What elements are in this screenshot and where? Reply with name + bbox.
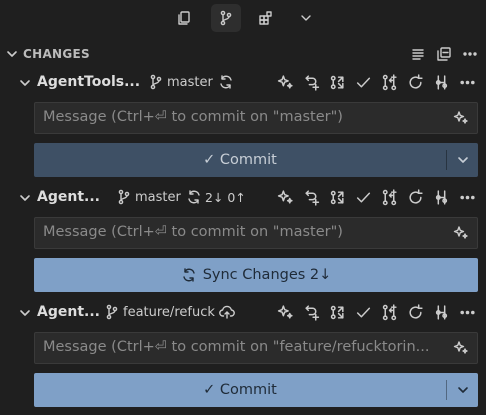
commit-message-placeholder: Message (Ctrl+⏎ to commit on "master") (43, 109, 343, 125)
extensions-icon[interactable] (251, 4, 281, 32)
chevron-down-icon[interactable] (18, 76, 32, 90)
undo-add-icon[interactable] (303, 304, 320, 321)
check-icon[interactable] (355, 304, 372, 321)
sync-counts: 2↓ 0↑ (205, 189, 246, 205)
refresh-icon[interactable] (407, 304, 424, 321)
copy-icon[interactable] (169, 4, 199, 32)
branch-icon (118, 189, 130, 205)
sparkle-icon[interactable] (453, 110, 469, 126)
pull-request-icon[interactable] (381, 189, 398, 206)
branch-indicator[interactable]: master (148, 74, 213, 90)
sync-changes-button[interactable]: Sync Changes 2↓ (34, 258, 478, 292)
chevron-down-icon[interactable] (18, 306, 32, 320)
branch-icon (150, 74, 162, 90)
stash-icon[interactable] (329, 189, 346, 206)
commit-message-input[interactable]: Message (Ctrl+⏎ to commit on "master") (34, 217, 478, 249)
pull-request-icon[interactable] (381, 304, 398, 321)
commit-message-placeholder: Message (Ctrl+⏎ to commit on "master") (43, 224, 343, 240)
view-switcher (0, 0, 486, 36)
graph-icon[interactable] (433, 74, 450, 91)
sync-status[interactable]: 2↓ 0↑ (186, 189, 246, 205)
repository-row[interactable]: AgentTools... master (0, 70, 486, 96)
repository-name: AgentTools... (37, 74, 141, 90)
sparkle-icon[interactable] (453, 340, 469, 356)
repository-row[interactable]: Agent... master 2↓ 0↑ (0, 185, 486, 211)
check-icon[interactable] (355, 189, 372, 206)
pull-request-icon[interactable] (381, 74, 398, 91)
sync-icon (188, 190, 200, 204)
branch-name: feature/refuck (123, 304, 215, 320)
sparkle-icon[interactable] (277, 304, 294, 321)
publish-branch-icon[interactable] (219, 304, 235, 320)
sync-icon[interactable] (218, 74, 234, 90)
sparkle-icon[interactable] (277, 74, 294, 91)
commit-button[interactable]: ✓ Commit (34, 373, 446, 407)
more-icon[interactable] (459, 304, 476, 321)
repository-name: Agent... (37, 304, 100, 320)
commit-message-input[interactable]: Message (Ctrl+⏎ to commit on "master") (34, 102, 478, 134)
sync-icon (182, 268, 195, 282)
branch-indicator[interactable]: master (116, 189, 181, 205)
branch-name: master (135, 189, 181, 205)
check-icon[interactable] (355, 74, 372, 91)
section-title: CHANGES (23, 47, 90, 61)
commit-button-group: ✓ Commit (34, 373, 478, 407)
repository-row[interactable]: Agent... feature/refuck (0, 300, 486, 326)
commit-message-input[interactable]: Message (Ctrl+⏎ to commit on "feature/re… (34, 332, 478, 364)
branch-icon (106, 304, 118, 320)
commit-message-placeholder: Message (Ctrl+⏎ to commit on "feature/re… (43, 339, 430, 355)
branch-indicator[interactable]: feature/refuck (104, 304, 215, 320)
undo-add-icon[interactable] (303, 189, 320, 206)
chevron-down-icon[interactable] (447, 373, 478, 407)
more-icon[interactable] (459, 74, 476, 91)
stash-icon[interactable] (329, 304, 346, 321)
repository-name: Agent... (37, 189, 100, 205)
refresh-icon[interactable] (407, 189, 424, 206)
stash-icon[interactable] (329, 74, 346, 91)
more-icon[interactable] (459, 189, 476, 206)
sparkle-icon[interactable] (453, 225, 469, 241)
commit-button-group: ✓ Commit (34, 143, 478, 177)
undo-add-icon[interactable] (303, 74, 320, 91)
chevron-down-icon[interactable] (447, 143, 478, 177)
chevron-down-icon (5, 47, 19, 61)
source-control-icon[interactable] (211, 4, 241, 32)
sparkle-icon[interactable] (277, 189, 294, 206)
graph-icon[interactable] (433, 304, 450, 321)
commit-button[interactable]: ✓ Commit (34, 143, 446, 177)
list-view-icon[interactable] (410, 46, 426, 62)
branch-name: master (167, 74, 213, 90)
collapse-all-icon[interactable] (436, 46, 452, 62)
chevron-down-icon[interactable] (291, 4, 321, 32)
sync-changes-label: Sync Changes 2↓ (202, 267, 332, 283)
changes-section-header[interactable]: CHANGES (0, 44, 486, 64)
more-icon[interactable] (462, 46, 478, 62)
chevron-down-icon[interactable] (18, 191, 32, 205)
refresh-icon[interactable] (407, 74, 424, 91)
graph-icon[interactable] (433, 189, 450, 206)
